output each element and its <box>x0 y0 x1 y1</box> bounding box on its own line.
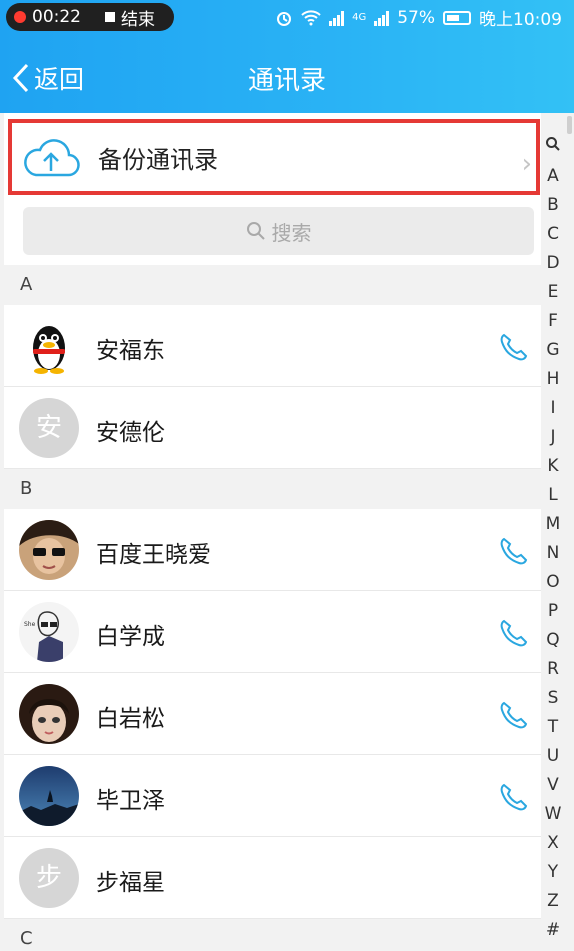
search-input[interactable]: 搜索 <box>23 207 534 255</box>
index-letter[interactable]: I <box>550 394 555 423</box>
initial-avatar: 安 <box>19 398 79 458</box>
record-dot-icon <box>14 11 26 23</box>
chevron-right-icon: › <box>521 149 532 179</box>
index-letter[interactable]: H <box>547 365 560 394</box>
index-letter[interactable]: X <box>547 829 559 858</box>
night-sky-avatar <box>19 766 79 826</box>
contact-name: 安福东 <box>96 338 165 364</box>
alphabet-index[interactable]: A B C D E F G H I J K L M N O P Q R S T U V W X Y Z # <box>540 133 566 945</box>
contact-name: 安德伦 <box>96 420 165 446</box>
stop-icon <box>105 12 115 22</box>
status-bar: 00:22 结束 4G 57% 晚上10:09 <box>0 0 574 34</box>
index-letter[interactable]: F <box>548 307 558 336</box>
contact-row[interactable]: She 白学成 <box>4 591 541 673</box>
battery-percent: 57% <box>397 7 435 28</box>
alarm-icon <box>277 11 292 26</box>
nav-bar: 返回 通讯录 <box>0 40 574 112</box>
contact-name: 步福星 <box>96 870 165 896</box>
index-letter[interactable]: T <box>548 713 558 742</box>
phone-icon[interactable] <box>498 782 528 816</box>
photo-avatar <box>19 520 79 580</box>
phone-icon[interactable] <box>498 618 528 652</box>
clock: 晚上10:09 <box>479 10 562 30</box>
status-icons: 4G 57% 晚上10:09 <box>275 5 562 30</box>
contact-list: A 安福东 安 安德伦 B 百度王晓爱 She 白学成 白岩松 毕卫泽 步 步福… <box>4 265 541 951</box>
sketch-avatar: She <box>19 602 79 662</box>
battery-icon <box>443 10 471 25</box>
section-header-a: A <box>4 265 541 305</box>
contact-row[interactable]: 安福东 <box>4 305 541 387</box>
wifi-icon <box>301 9 321 25</box>
index-letter[interactable]: V <box>547 771 559 800</box>
index-letter[interactable]: R <box>547 655 559 684</box>
index-letter[interactable]: W <box>545 800 562 829</box>
index-search-icon[interactable] <box>545 133 561 162</box>
section-header-b: B <box>4 469 541 509</box>
contact-name: 白岩松 <box>96 706 165 732</box>
phone-icon[interactable] <box>498 332 528 366</box>
contact-row[interactable]: 毕卫泽 <box>4 755 541 837</box>
index-letter[interactable]: S <box>548 684 559 713</box>
search-icon <box>246 222 265 240</box>
record-time: 00:22 <box>32 7 81 27</box>
network-type: 4G <box>352 12 367 23</box>
index-letter[interactable]: U <box>547 742 559 771</box>
photo-avatar <box>19 684 79 744</box>
signal-icon <box>329 10 345 26</box>
initial-avatar: 步 <box>19 848 79 908</box>
contact-row[interactable]: 白岩松 <box>4 673 541 755</box>
index-letter[interactable]: P <box>548 597 558 626</box>
index-letter[interactable]: Y <box>548 858 558 887</box>
index-letter[interactable]: J <box>550 423 555 452</box>
search-area: 搜索 <box>4 201 541 265</box>
index-letter[interactable]: # <box>546 916 560 945</box>
svg-text:She: She <box>24 621 36 628</box>
index-letter[interactable]: M <box>546 510 561 539</box>
index-letter[interactable]: K <box>547 452 558 481</box>
contact-name: 毕卫泽 <box>96 788 165 814</box>
index-letter[interactable]: G <box>546 336 559 365</box>
contact-row[interactable]: 安 安德伦 <box>4 387 541 469</box>
backup-label: 备份通讯录 <box>98 145 218 174</box>
index-letter[interactable]: N <box>547 539 560 568</box>
index-letter[interactable]: Z <box>547 887 559 916</box>
stop-label: 结束 <box>121 9 155 30</box>
index-letter[interactable]: D <box>546 249 559 278</box>
index-letter[interactable]: C <box>547 220 559 249</box>
contact-name: 百度王晓爱 <box>96 542 211 568</box>
scrollbar[interactable] <box>567 116 572 134</box>
phone-icon[interactable] <box>498 536 528 570</box>
index-letter[interactable]: E <box>548 278 559 307</box>
index-letter[interactable]: L <box>548 481 557 510</box>
contact-row[interactable]: 步 步福星 <box>4 837 541 919</box>
phone-icon[interactable] <box>498 700 528 734</box>
backup-contacts-row[interactable]: 备份通讯录 › <box>4 113 541 201</box>
index-letter[interactable]: O <box>546 568 559 597</box>
qq-penguin-avatar <box>19 316 79 376</box>
contact-row[interactable]: 百度王晓爱 <box>4 509 541 591</box>
section-header-c: C <box>4 919 541 951</box>
index-letter[interactable]: Q <box>546 626 559 655</box>
index-letter[interactable]: A <box>547 162 559 191</box>
contact-name: 白学成 <box>96 624 165 650</box>
page-title: 通讯录 <box>247 66 326 96</box>
backup-highlight: 备份通讯录 › <box>8 119 540 195</box>
cloud-upload-icon <box>24 139 80 177</box>
search-placeholder: 搜索 <box>271 220 312 245</box>
signal-icon-2 <box>374 10 390 26</box>
index-letter[interactable]: B <box>547 191 559 220</box>
screen-record-pill[interactable]: 00:22 结束 <box>6 3 174 31</box>
